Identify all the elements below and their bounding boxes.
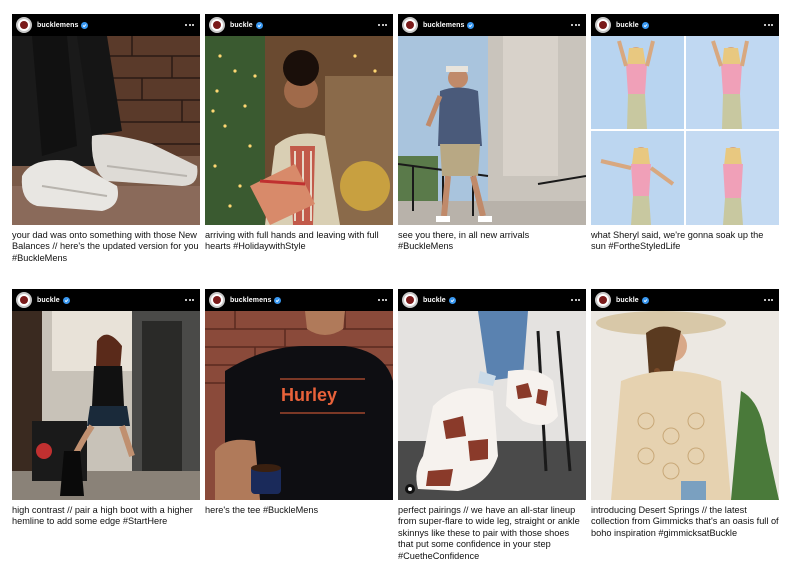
verified-badge-icon [641,296,649,304]
verified-badge-icon [467,21,475,29]
username[interactable]: buckle [37,297,60,304]
post-caption: perfect pairings // we have an all-star … [398,505,580,561]
more-options-icon[interactable] [571,299,580,301]
post-card: bucklemens your dad was onto something w… [12,14,200,264]
post-header: buckle [591,14,779,36]
post-caption: what Sheryl said, we're gonna soak up th… [591,230,764,252]
username[interactable]: bucklemens [423,22,464,29]
post-photo[interactable] [12,311,200,500]
post-photo[interactable] [398,36,586,225]
more-options-icon[interactable] [185,24,194,26]
post-caption: see you there, in all new arrivals #Buck… [398,230,530,252]
post-photo[interactable] [398,311,586,500]
post-photo[interactable] [591,36,779,225]
more-options-icon[interactable] [378,299,387,301]
avatar[interactable] [402,292,418,308]
post-photo[interactable]: Hurley [205,311,393,500]
username[interactable]: buckle [230,22,253,29]
username[interactable]: buckle [423,297,446,304]
verified-badge-icon [255,21,263,29]
post-header: bucklemens [205,289,393,311]
post-card: buckle arriving with full hands and leav… [205,14,393,253]
post-card: buckle what Sheryl said, we're gonna soa… [591,14,779,253]
post-photo[interactable] [205,36,393,225]
more-options-icon[interactable] [378,24,387,26]
post-photo[interactable] [12,36,200,225]
post-caption: arriving with full hands and leaving wit… [205,230,379,252]
verified-badge-icon [641,21,649,29]
post-card: buckle introducing Desert Springs // the… [591,289,779,539]
svg-text:Hurley: Hurley [281,385,337,405]
post-header: buckle [12,289,200,311]
post-card: bucklemens see you there, in all new arr… [398,14,586,253]
post-photo[interactable] [591,311,779,500]
avatar[interactable] [595,292,611,308]
post-header: buckle [398,289,586,311]
username[interactable]: bucklemens [37,22,78,29]
username[interactable]: bucklemens [230,297,271,304]
avatar[interactable] [16,17,32,33]
more-options-icon[interactable] [185,299,194,301]
post-caption: here's the tee #BuckleMens [205,505,319,515]
post-header: buckle [591,289,779,311]
more-options-icon[interactable] [764,24,773,26]
post-caption: high contrast // pair a high boot with a… [12,505,193,527]
avatar[interactable] [402,17,418,33]
avatar[interactable] [209,17,225,33]
post-caption: introducing Desert Springs // the latest… [591,505,779,538]
more-options-icon[interactable] [571,24,580,26]
username[interactable]: buckle [616,297,639,304]
verified-badge-icon [62,296,70,304]
username[interactable]: buckle [616,22,639,29]
verified-badge-icon [81,21,89,29]
more-options-icon[interactable] [764,299,773,301]
post-card: bucklemens Hurley here's the tee #Buckle… [205,289,393,516]
post-card: buckle perfect pairings // we have an al… [398,289,586,562]
post-caption: your dad was onto something with those N… [12,230,199,263]
avatar[interactable] [16,292,32,308]
verified-badge-icon [448,296,456,304]
post-header: bucklemens [12,14,200,36]
verified-badge-icon [274,296,282,304]
avatar[interactable] [209,292,225,308]
post-card: buckle high contrast // pair a high boot… [12,289,200,528]
post-header: buckle [205,14,393,36]
avatar[interactable] [595,17,611,33]
post-header: bucklemens [398,14,586,36]
